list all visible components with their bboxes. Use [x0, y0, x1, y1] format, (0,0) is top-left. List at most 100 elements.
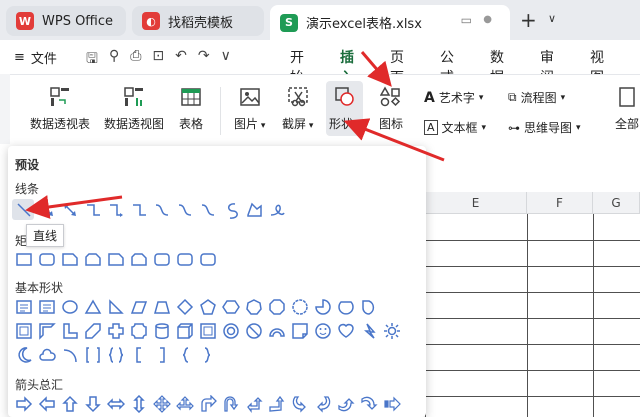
shape-aUturn-icon[interactable] — [219, 393, 242, 415]
shape-halfframe-icon[interactable] — [35, 320, 58, 342]
shape-heart-icon[interactable] — [334, 320, 357, 342]
shape-plaque-icon[interactable] — [127, 320, 150, 342]
shape-aQuad-icon[interactable] — [150, 393, 173, 415]
chevron-down-icon[interactable]: ∨ — [548, 12, 556, 25]
shape-deca-icon[interactable] — [288, 296, 311, 318]
column-header-f[interactable]: F — [527, 192, 593, 214]
shape-rtri-icon[interactable] — [104, 296, 127, 318]
art-text-button[interactable]: A 艺术字 ▾ — [424, 89, 483, 106]
shape-ellipse-icon[interactable] — [58, 296, 81, 318]
shape-curve-icon[interactable] — [196, 199, 219, 221]
shape-rrect-icon[interactable] — [35, 248, 58, 270]
undo-icon[interactable]: ↶ — [175, 48, 187, 72]
shape-cross-icon[interactable] — [104, 320, 127, 342]
shape-hepta-icon[interactable] — [242, 296, 265, 318]
shape-pie-icon[interactable] — [311, 296, 334, 318]
shape-aCurvU-icon[interactable] — [334, 393, 357, 415]
chevron-down-icon[interactable]: ∨ — [221, 48, 231, 72]
shape-curve-icon[interactable] — [150, 199, 173, 221]
shape-lbrk-icon[interactable] — [127, 344, 150, 366]
shape-penta-icon[interactable] — [196, 296, 219, 318]
icons-button[interactable]: 图标 — [378, 85, 404, 132]
shape-arc-icon[interactable] — [265, 320, 288, 342]
shape-aCurvL-icon[interactable] — [311, 393, 334, 415]
table-button[interactable]: 表格 — [178, 85, 204, 132]
shape-cloud-icon[interactable] — [35, 344, 58, 366]
new-tab-icon[interactable]: + — [520, 8, 537, 32]
shape-snip-icon[interactable] — [58, 248, 81, 270]
shape-bracketPair-icon[interactable] — [81, 344, 104, 366]
redo-icon[interactable]: ↷ — [198, 48, 210, 72]
pivot-table-button[interactable]: 数据透视表 — [30, 85, 90, 132]
column-header-g[interactable]: G — [593, 192, 640, 214]
shape-aUD-icon[interactable] — [127, 393, 150, 415]
share-icon[interactable]: ⚲ — [109, 48, 119, 72]
shape-snip2-icon[interactable] — [81, 248, 104, 270]
shape-aTri-icon[interactable] — [173, 393, 196, 415]
shape-rrect-icon[interactable] — [196, 248, 219, 270]
shape-elbow-icon[interactable] — [127, 199, 150, 221]
shape-cube-icon[interactable] — [173, 320, 196, 342]
all-button[interactable]: 全部 — [614, 85, 640, 132]
shape-aR-icon[interactable] — [12, 393, 35, 415]
shape-rbrace-icon[interactable] — [196, 344, 219, 366]
shape-hexa-icon[interactable] — [219, 296, 242, 318]
shape-fold-icon[interactable] — [288, 320, 311, 342]
shape-tear-icon[interactable] — [357, 296, 380, 318]
tab-excel-file[interactable]: S 演示excel表格.xlsx ▭ ● — [270, 5, 510, 40]
shape-rbrk-icon[interactable] — [150, 344, 173, 366]
file-menu[interactable]: ≡ 文件 — [14, 48, 57, 67]
shape-scribble-icon[interactable] — [265, 199, 288, 221]
print-icon[interactable]: ⎙ — [130, 48, 141, 72]
shape-snip2-icon[interactable] — [127, 248, 150, 270]
tab-wps-office[interactable]: W WPS Office — [6, 6, 126, 36]
shape-rrect-icon[interactable] — [173, 248, 196, 270]
shape-bevel-icon[interactable] — [196, 320, 219, 342]
text-box-button[interactable]: A 文本框 ▾ — [424, 119, 486, 136]
shape-chord-icon[interactable] — [334, 296, 357, 318]
shapes-button[interactable]: 形状 ▾ — [326, 81, 364, 136]
shape-arrowLine-icon[interactable] — [35, 199, 58, 221]
print-preview-icon[interactable]: ⊡ — [152, 48, 164, 72]
shape-rect-icon[interactable] — [12, 248, 35, 270]
monitor-icon[interactable]: ▭ — [461, 13, 472, 27]
tab-docer-templates[interactable]: ◐ 找稻壳模板 — [132, 6, 264, 36]
shape-moon-icon[interactable] — [12, 344, 35, 366]
shape-bolt-icon[interactable] — [357, 320, 380, 342]
shape-smile-icon[interactable] — [311, 320, 334, 342]
shape-para-icon[interactable] — [127, 296, 150, 318]
shape-aCurvD-icon[interactable] — [357, 393, 380, 415]
shape-elbow-icon[interactable] — [81, 199, 104, 221]
shape-aL-icon[interactable] — [35, 393, 58, 415]
pivot-chart-button[interactable]: 数据透视图 — [104, 85, 164, 132]
shape-diag-icon[interactable] — [81, 320, 104, 342]
shape-dblArrow-icon[interactable] — [58, 199, 81, 221]
shape-arcline-icon[interactable] — [58, 344, 81, 366]
shape-aBent-icon[interactable] — [196, 393, 219, 415]
column-header-e[interactable]: E — [425, 192, 527, 214]
picture-button[interactable]: 图片 ▾ — [234, 85, 265, 132]
shape-s-icon[interactable] — [219, 199, 242, 221]
shape-sun-icon[interactable] — [380, 320, 403, 342]
shape-textbox-icon[interactable] — [35, 296, 58, 318]
shape-snip-icon[interactable] — [104, 248, 127, 270]
shape-aCurvR-icon[interactable] — [288, 393, 311, 415]
shape-lshape-icon[interactable] — [58, 320, 81, 342]
shape-aBentUp-icon[interactable] — [265, 393, 288, 415]
shape-can-icon[interactable] — [150, 320, 173, 342]
flowchart-button[interactable]: ⧉ 流程图 ▾ — [508, 89, 565, 106]
shape-rrect-icon[interactable] — [150, 248, 173, 270]
shape-line-icon[interactable] — [12, 199, 35, 221]
shape-bracePair-icon[interactable] — [104, 344, 127, 366]
shape-aD-icon[interactable] — [81, 393, 104, 415]
shape-tri-icon[interactable] — [81, 296, 104, 318]
shape-lbrace-icon[interactable] — [173, 344, 196, 366]
shape-aLUp-icon[interactable] — [242, 393, 265, 415]
shape-textbox-icon[interactable] — [12, 296, 35, 318]
save-icon[interactable]: 🖫 — [86, 48, 98, 72]
shape-freeform-icon[interactable] — [242, 199, 265, 221]
mindmap-button[interactable]: ⊶ 思维导图 ▾ — [508, 119, 581, 136]
shape-trap-icon[interactable] — [150, 296, 173, 318]
shape-elbowArrow-icon[interactable] — [104, 199, 127, 221]
shape-frame-icon[interactable] — [12, 320, 35, 342]
